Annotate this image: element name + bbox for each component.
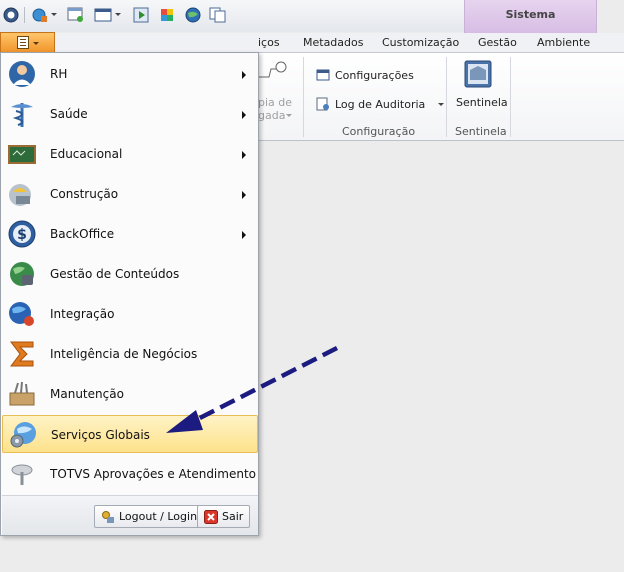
exit-label: Sair: [222, 510, 244, 523]
user-doctor-icon: [9, 61, 35, 87]
menu-item-label: Educacional: [50, 147, 123, 161]
svg-text:$: $: [17, 227, 27, 243]
menu-item-label: Construção: [50, 187, 119, 201]
sigma-icon: [10, 341, 34, 367]
approval-icon: [11, 464, 33, 485]
log-auditoria-label: Log de Auditoria: [335, 97, 426, 111]
menu-item-label: Saúde: [50, 107, 88, 121]
chevron-down-icon: [438, 102, 445, 106]
menu-item-label: Serviços Globais: [51, 428, 150, 442]
tab-customizacao[interactable]: Customização: [382, 36, 459, 49]
menu-item-manutencao[interactable]: Manutenção: [2, 375, 258, 413]
logout-login-label: Logout / Login: [119, 510, 198, 523]
chevron-down-icon: [286, 114, 292, 117]
contextual-tab-group-sistema: Sistema: [464, 0, 597, 33]
chevron-right-icon: [242, 191, 246, 199]
menu-item-label: TOTVS Aprovações e Atendimento: [50, 467, 256, 481]
application-menu-button[interactable]: [0, 32, 55, 52]
configuracoes-button[interactable]: Configurações: [316, 68, 414, 82]
chevron-right-icon: [242, 71, 246, 79]
tab-gestao[interactable]: Gestão: [478, 36, 517, 49]
dollar-icon: $: [8, 220, 36, 248]
chevron-right-icon: [242, 231, 246, 239]
menu-item-label: BackOffice: [50, 227, 115, 241]
configuracoes-label: Configurações: [335, 68, 414, 82]
caduceus-icon: [11, 103, 33, 127]
document-icon: [17, 36, 29, 49]
menu-footer: Logout / Login Sair: [2, 495, 258, 535]
partial-button-label-2: gada: [258, 109, 286, 122]
menu-item-label: Inteligência de Negócios: [50, 347, 198, 361]
globe-search-icon[interactable]: [184, 6, 204, 24]
exit-button[interactable]: Sair: [197, 505, 251, 528]
window-layout-icon[interactable]: [94, 6, 114, 24]
tab-metadados[interactable]: Metadados: [303, 36, 363, 49]
menu-item-educacional[interactable]: Educacional: [2, 135, 258, 173]
logout-login-button[interactable]: Logout / Login: [94, 505, 205, 528]
tab-servicos[interactable]: iços: [258, 36, 280, 49]
menu-item-label: Manutenção: [50, 387, 124, 401]
sentinel-icon: [464, 60, 492, 88]
globe-tools-icon[interactable]: [30, 6, 50, 24]
tab-ambiente[interactable]: Ambiente: [537, 36, 590, 49]
close-icon: [204, 509, 218, 524]
chevron-right-icon: [242, 111, 246, 119]
configuracao-group-label: Configuração: [342, 125, 416, 138]
toolbox-icon: [9, 381, 35, 406]
sentinela-button[interactable]: Sentinela: [448, 57, 508, 119]
globe-content-icon: [10, 262, 34, 286]
sentinela-group-label: Sentinela: [455, 125, 507, 138]
menu-item-construcao[interactable]: Construção: [2, 175, 258, 213]
audit-log-icon: [316, 97, 329, 111]
new-window-icon[interactable]: [66, 6, 86, 24]
palette-icon[interactable]: [158, 6, 178, 24]
menu-item-integracao[interactable]: Integração: [2, 295, 258, 333]
diagram-icon[interactable]: [259, 59, 289, 85]
menu-item-saude[interactable]: Saúde: [2, 95, 258, 133]
chevron-down-icon: [33, 42, 39, 45]
menu-item-totvs-aprovacoes[interactable]: TOTVS Aprovações e Atendimento: [2, 455, 258, 493]
construction-icon: [9, 184, 31, 206]
chalkboard-icon: [8, 145, 36, 164]
menu-item-servicos-globais[interactable]: Serviços Globais: [2, 415, 258, 453]
log-auditoria-button[interactable]: Log de Auditoria: [316, 97, 445, 111]
menu-item-backoffice[interactable]: $ BackOffice: [2, 215, 258, 253]
application-menu: RH Saúde Educacional Construção $ BackOf…: [0, 52, 259, 536]
ribbon-tabs: iços Metadados Customização Gestão Ambie…: [0, 33, 624, 52]
quick-access-toolbar: [0, 0, 464, 32]
globe-gear-icon: [10, 422, 36, 448]
menu-item-label: Gestão de Conteúdos: [50, 267, 180, 281]
run-icon[interactable]: [132, 6, 152, 24]
menu-item-inteligencia-negocios[interactable]: Inteligência de Negócios: [2, 335, 258, 373]
key-user-icon: [102, 510, 114, 523]
menu-item-label: RH: [50, 67, 68, 81]
sentinela-button-label: Sentinela: [456, 96, 508, 109]
integration-icon: [9, 302, 34, 326]
app-orb-icon[interactable]: [2, 6, 22, 24]
menu-item-rh[interactable]: RH: [2, 55, 258, 93]
chevron-right-icon: [242, 151, 246, 159]
settings-window-icon: [316, 69, 330, 81]
menu-item-label: Integração: [50, 307, 115, 321]
copy-windows-icon[interactable]: [208, 6, 228, 24]
menu-item-gestao-conteudos[interactable]: Gestão de Conteúdos: [2, 255, 258, 293]
partial-button-label-1: pia de: [258, 96, 293, 109]
